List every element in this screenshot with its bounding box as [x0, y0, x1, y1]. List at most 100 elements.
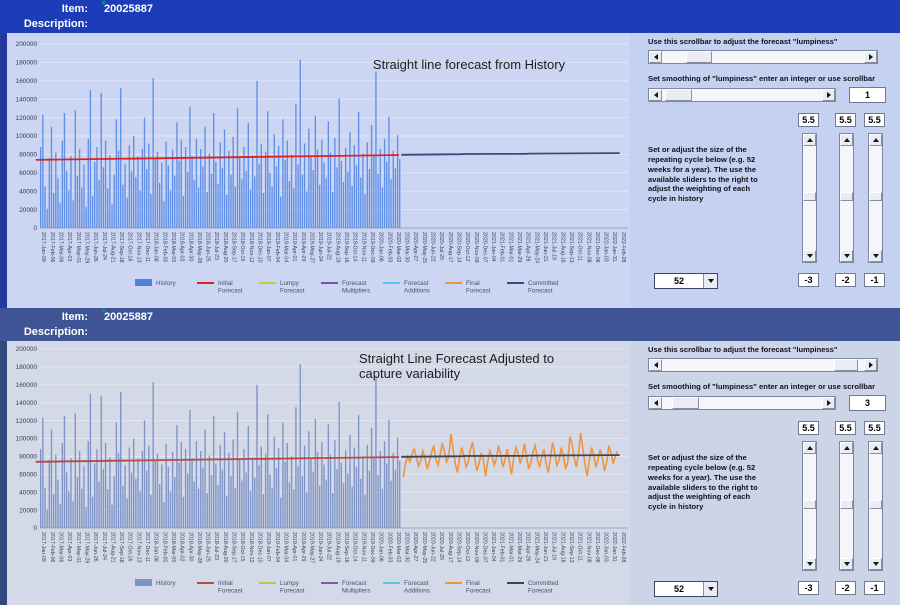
scroll-up-button[interactable]	[840, 134, 853, 146]
svg-text:2018-Feb-05: 2018-Feb-05	[161, 532, 167, 562]
scroll-left-button[interactable]	[649, 51, 662, 63]
description-label: Description:	[0, 326, 88, 338]
svg-text:2017-Dec-11: 2017-Dec-11	[144, 532, 150, 562]
svg-text:2021-Oct-11: 2021-Oct-11	[577, 532, 583, 561]
svg-text:60000: 60000	[19, 170, 37, 177]
svg-text:0: 0	[33, 525, 37, 532]
svg-text:2018-Jul-23: 2018-Jul-23	[213, 532, 219, 560]
svg-text:2021-Mar-29: 2021-Mar-29	[516, 232, 522, 262]
item-value-cell[interactable]: 20025887	[104, 3, 153, 15]
scroll-down-button[interactable]	[840, 558, 853, 570]
svg-text:2020-Dec-07: 2020-Dec-07	[481, 532, 487, 563]
smoothing-value-input[interactable]: 1	[849, 87, 886, 103]
cycle-size-value: 52	[655, 274, 703, 288]
scroll-left-button[interactable]	[649, 359, 662, 371]
slider-thumb[interactable]	[840, 500, 853, 509]
item-value-cell[interactable]: 20025887	[104, 311, 153, 323]
scroll-up-button[interactable]	[803, 134, 816, 146]
scrollbar-thumb[interactable]	[834, 359, 858, 371]
svg-text:Additions: Additions	[404, 588, 430, 595]
scroll-down-button[interactable]	[803, 250, 816, 262]
down-arrow-icon	[873, 562, 879, 569]
svg-text:20000: 20000	[19, 207, 37, 214]
slider-track[interactable]	[803, 146, 816, 250]
svg-text:2020-May-25: 2020-May-25	[421, 532, 427, 563]
dropdown-button[interactable]	[703, 582, 717, 596]
forecast-controls: Use this scrollbar to adjust the forecas…	[630, 341, 900, 605]
slider-thumb[interactable]	[869, 500, 882, 509]
svg-text:2019-Nov-11: 2019-Nov-11	[360, 232, 366, 262]
slider-track[interactable]	[803, 454, 816, 558]
cycle-weight-slider[interactable]	[868, 133, 883, 263]
svg-text:2021-Feb-01: 2021-Feb-01	[499, 532, 505, 562]
scroll-up-button[interactable]	[869, 134, 882, 146]
svg-text:2017-May-01: 2017-May-01	[75, 532, 81, 563]
scrollbar-track[interactable]	[662, 51, 864, 63]
description-label: Description:	[0, 18, 88, 30]
cycle-weight-slider[interactable]	[802, 441, 817, 571]
svg-text:Forecast: Forecast	[218, 288, 243, 295]
scroll-right-button[interactable]	[864, 51, 877, 63]
scroll-up-button[interactable]	[869, 442, 882, 454]
svg-text:2019-Apr-01: 2019-Apr-01	[291, 232, 297, 261]
scrollbar-track[interactable]	[662, 359, 864, 371]
svg-text:2017-Jan-09: 2017-Jan-09	[40, 532, 46, 562]
svg-text:2018-Feb-05: 2018-Feb-05	[161, 232, 167, 262]
cycle-weight-slider[interactable]	[839, 441, 854, 571]
slider-track[interactable]	[840, 146, 853, 250]
svg-text:2017-Aug-21: 2017-Aug-21	[109, 232, 115, 263]
scroll-down-button[interactable]	[803, 558, 816, 570]
scroll-left-button[interactable]	[649, 397, 662, 409]
cycle-size-dropdown[interactable]: 52	[654, 273, 718, 289]
cycle-weight-slider[interactable]	[839, 133, 854, 263]
svg-text:2018-Nov-12: 2018-Nov-12	[248, 232, 254, 263]
svg-text:2021-Jan-04: 2021-Jan-04	[490, 532, 496, 562]
svg-text:0: 0	[33, 225, 37, 232]
svg-text:2020-May-25: 2020-May-25	[421, 232, 427, 263]
svg-text:2019-Sep-16: 2019-Sep-16	[343, 232, 349, 263]
slider-track[interactable]	[869, 454, 882, 558]
svg-text:2017-Mar-06: 2017-Mar-06	[58, 532, 64, 562]
scrollbar-track[interactable]	[662, 397, 822, 409]
scrollbar-thumb[interactable]	[686, 51, 712, 63]
cycle-weight-slider[interactable]	[802, 133, 817, 263]
smoothing-scrollbar[interactable]	[648, 88, 836, 102]
scroll-down-button[interactable]	[840, 250, 853, 262]
scroll-right-button[interactable]	[822, 397, 835, 409]
scroll-down-button[interactable]	[869, 558, 882, 570]
scrollbar-thumb[interactable]	[665, 89, 692, 101]
cycle-weight-slider[interactable]	[868, 441, 883, 571]
svg-text:2018-Jan-08: 2018-Jan-08	[153, 232, 159, 262]
scroll-right-button[interactable]	[822, 89, 835, 101]
slider-thumb[interactable]	[869, 192, 882, 201]
svg-text:2018-Aug-20: 2018-Aug-20	[222, 232, 228, 263]
slider-thumb[interactable]	[803, 192, 816, 201]
svg-text:2021-Apr-26: 2021-Apr-26	[525, 232, 531, 261]
cycle-weight-value: 5.5	[864, 421, 885, 435]
scroll-right-button[interactable]	[864, 359, 877, 371]
smoothing-value-input[interactable]: 3	[849, 395, 886, 411]
svg-text:2021-Jul-19: 2021-Jul-19	[551, 532, 557, 560]
smoothing-scrollbar[interactable]	[648, 396, 836, 410]
svg-text:100000: 100000	[16, 436, 38, 443]
svg-text:Forecast: Forecast	[342, 580, 367, 587]
slider-track[interactable]	[869, 146, 882, 250]
lumpiness-scrollbar[interactable]	[648, 50, 878, 64]
svg-text:2018-Apr-02: 2018-Apr-02	[179, 532, 185, 561]
dropdown-button[interactable]	[703, 274, 717, 288]
lumpiness-scrollbar[interactable]	[648, 358, 878, 372]
slider-thumb[interactable]	[803, 500, 816, 509]
cycle-size-dropdown[interactable]: 52	[654, 581, 718, 597]
svg-text:2021-Jun-21: 2021-Jun-21	[542, 532, 548, 562]
svg-text:200000: 200000	[16, 346, 38, 353]
scrollbar-thumb[interactable]	[672, 397, 699, 409]
scroll-down-button[interactable]	[869, 250, 882, 262]
scroll-up-button[interactable]	[803, 442, 816, 454]
slider-track[interactable]	[840, 454, 853, 558]
scroll-left-button[interactable]	[649, 89, 662, 101]
right-arrow-icon	[827, 400, 834, 406]
slider-thumb[interactable]	[840, 192, 853, 201]
scroll-up-button[interactable]	[840, 442, 853, 454]
svg-text:Committed: Committed	[528, 580, 559, 587]
scrollbar-track[interactable]	[662, 89, 822, 101]
